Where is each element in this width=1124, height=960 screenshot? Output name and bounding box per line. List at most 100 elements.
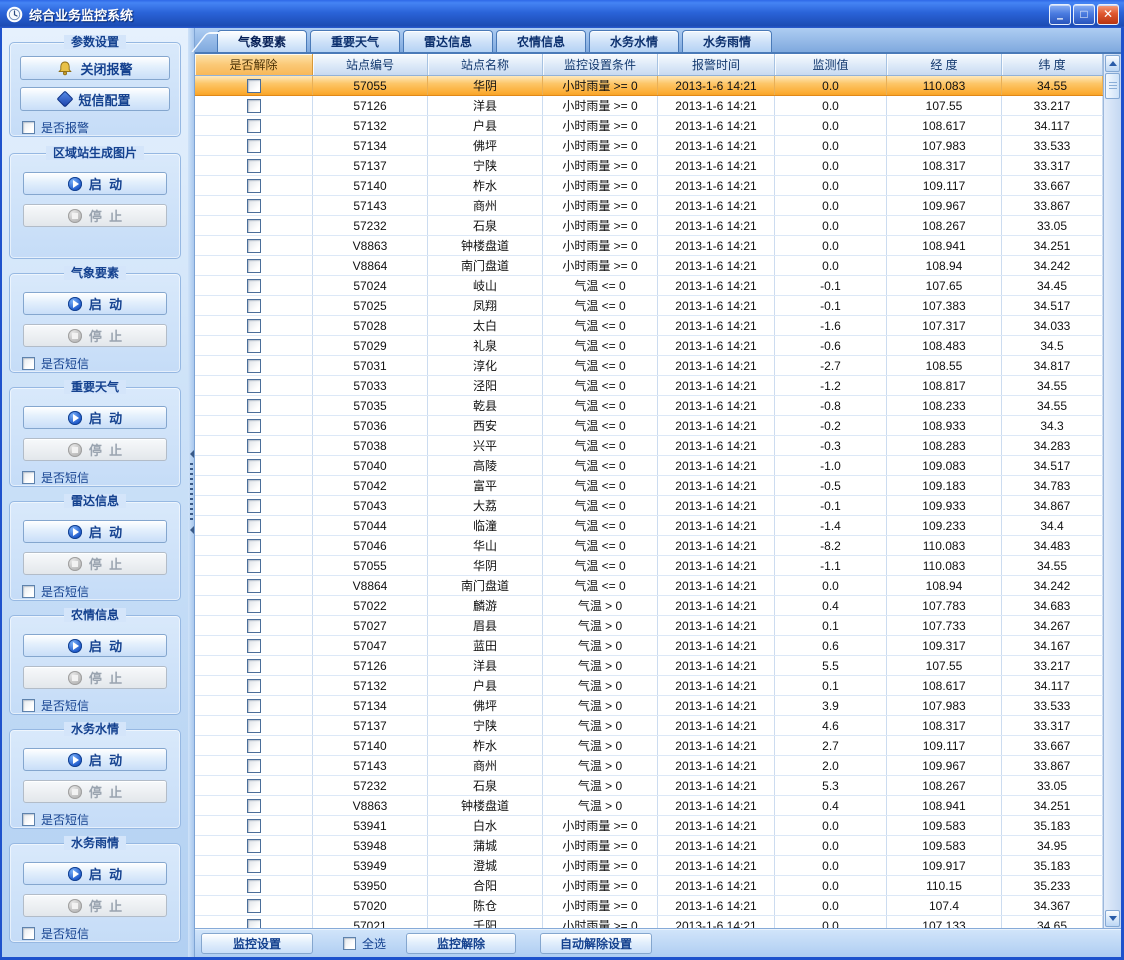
- table-row[interactable]: 57040 高陵 气温 <= 0 2013-1-6 14:21 -1.0 109…: [195, 456, 1103, 476]
- release-checkbox[interactable]: [247, 139, 261, 153]
- table-row[interactable]: 57027 眉县 气温 > 0 2013-1-6 14:21 0.1 107.7…: [195, 616, 1103, 636]
- scroll-up-button[interactable]: [1105, 55, 1120, 72]
- release-checkbox[interactable]: [247, 699, 261, 713]
- select-all-checkbox[interactable]: [343, 937, 356, 950]
- table-row[interactable]: 53948 蒲城 小时雨量 >= 0 2013-1-6 14:21 0.0 10…: [195, 836, 1103, 856]
- release-checkbox[interactable]: [247, 279, 261, 293]
- table-row[interactable]: 57024 岐山 气温 <= 0 2013-1-6 14:21 -0.1 107…: [195, 276, 1103, 296]
- table-row[interactable]: 57232 石泉 小时雨量 >= 0 2013-1-6 14:21 0.0 10…: [195, 216, 1103, 236]
- table-row[interactable]: 57028 太白 气温 <= 0 2013-1-6 14:21 -1.6 107…: [195, 316, 1103, 336]
- sms-enable-row[interactable]: 是否短信: [22, 811, 180, 828]
- release-checkbox[interactable]: [247, 419, 261, 433]
- column-header-condition[interactable]: 监控设置条件: [543, 54, 658, 75]
- release-checkbox[interactable]: [247, 799, 261, 813]
- release-checkbox[interactable]: [247, 759, 261, 773]
- release-checkbox[interactable]: [247, 499, 261, 513]
- tab[interactable]: 水务雨情: [682, 30, 772, 52]
- sms-enable-checkbox[interactable]: [22, 813, 35, 826]
- auto-release-setup-button[interactable]: 自动解除设置: [540, 933, 652, 954]
- release-checkbox[interactable]: [247, 459, 261, 473]
- table-row[interactable]: 57036 西安 气温 <= 0 2013-1-6 14:21 -0.2 108…: [195, 416, 1103, 436]
- table-row[interactable]: 57033 泾阳 气温 <= 0 2013-1-6 14:21 -1.2 108…: [195, 376, 1103, 396]
- column-header-station-id[interactable]: 站点编号: [313, 54, 428, 75]
- release-checkbox[interactable]: [247, 239, 261, 253]
- release-checkbox[interactable]: [247, 559, 261, 573]
- monitor-release-button[interactable]: 监控解除: [406, 933, 516, 954]
- release-checkbox[interactable]: [247, 99, 261, 113]
- sms-enable-row[interactable]: 是否短信: [22, 469, 180, 486]
- table-row[interactable]: 57140 柞水 气温 > 0 2013-1-6 14:21 2.7 109.1…: [195, 736, 1103, 756]
- alarm-enable-checkbox[interactable]: [22, 121, 35, 134]
- table-row[interactable]: 57055 华阴 小时雨量 >= 0 2013-1-6 14:21 0.0 11…: [195, 76, 1103, 96]
- stop-button[interactable]: 停 止: [23, 438, 167, 461]
- sms-enable-checkbox[interactable]: [22, 699, 35, 712]
- tab[interactable]: 水务水情: [589, 30, 679, 52]
- maximize-button[interactable]: □: [1073, 4, 1095, 25]
- sms-enable-row[interactable]: 是否短信: [22, 355, 180, 372]
- release-checkbox[interactable]: [247, 199, 261, 213]
- table-row[interactable]: 57143 商州 气温 > 0 2013-1-6 14:21 2.0 109.9…: [195, 756, 1103, 776]
- release-checkbox[interactable]: [247, 159, 261, 173]
- release-checkbox[interactable]: [247, 659, 261, 673]
- table-row[interactable]: 57132 户县 小时雨量 >= 0 2013-1-6 14:21 0.0 10…: [195, 116, 1103, 136]
- sms-enable-row[interactable]: 是否短信: [22, 697, 180, 714]
- vertical-scrollbar[interactable]: [1103, 54, 1121, 928]
- sms-enable-checkbox[interactable]: [22, 927, 35, 940]
- stop-button[interactable]: 停 止: [23, 552, 167, 575]
- start-button[interactable]: 启 动: [23, 520, 167, 543]
- table-row[interactable]: 57134 佛坪 小时雨量 >= 0 2013-1-6 14:21 0.0 10…: [195, 136, 1103, 156]
- table-row[interactable]: 57143 商州 小时雨量 >= 0 2013-1-6 14:21 0.0 10…: [195, 196, 1103, 216]
- column-header-latitude[interactable]: 纬 度: [1002, 54, 1103, 75]
- release-checkbox[interactable]: [247, 479, 261, 493]
- table-row[interactable]: 57055 华阴 气温 <= 0 2013-1-6 14:21 -1.1 110…: [195, 556, 1103, 576]
- release-checkbox[interactable]: [247, 179, 261, 193]
- start-button[interactable]: 启 动: [23, 634, 167, 657]
- alarm-enable-row[interactable]: 是否报警: [22, 119, 180, 136]
- stop-button[interactable]: 停 止: [23, 666, 167, 689]
- column-header-release[interactable]: 是否解除: [195, 54, 313, 75]
- table-row[interactable]: 57043 大荔 气温 <= 0 2013-1-6 14:21 -0.1 109…: [195, 496, 1103, 516]
- table-row[interactable]: 57031 淳化 气温 <= 0 2013-1-6 14:21 -2.7 108…: [195, 356, 1103, 376]
- table-row[interactable]: 57047 蓝田 气温 > 0 2013-1-6 14:21 0.6 109.3…: [195, 636, 1103, 656]
- table-row[interactable]: 57137 宁陕 气温 > 0 2013-1-6 14:21 4.6 108.3…: [195, 716, 1103, 736]
- sidebar-splitter[interactable]: [188, 28, 195, 957]
- release-checkbox[interactable]: [247, 639, 261, 653]
- table-row[interactable]: 57022 麟游 气温 > 0 2013-1-6 14:21 0.4 107.7…: [195, 596, 1103, 616]
- table-row[interactable]: 57126 洋县 气温 > 0 2013-1-6 14:21 5.5 107.5…: [195, 656, 1103, 676]
- column-header-station-name[interactable]: 站点名称: [428, 54, 543, 75]
- release-checkbox[interactable]: [247, 619, 261, 633]
- stop-button[interactable]: 停 止: [23, 324, 167, 347]
- table-row[interactable]: 57020 陈仓 小时雨量 >= 0 2013-1-6 14:21 0.0 10…: [195, 896, 1103, 916]
- release-checkbox[interactable]: [247, 399, 261, 413]
- release-checkbox[interactable]: [247, 819, 261, 833]
- start-button[interactable]: 启 动: [23, 406, 167, 429]
- scrollbar-thumb[interactable]: [1105, 73, 1120, 99]
- tab[interactable]: 气象要素: [217, 30, 307, 52]
- table-row[interactable]: 53941 白水 小时雨量 >= 0 2013-1-6 14:21 0.0 10…: [195, 816, 1103, 836]
- release-checkbox[interactable]: [247, 739, 261, 753]
- table-row[interactable]: 57132 户县 气温 > 0 2013-1-6 14:21 0.1 108.6…: [195, 676, 1103, 696]
- column-header-value[interactable]: 监测值: [775, 54, 887, 75]
- start-button[interactable]: 启 动: [23, 172, 167, 195]
- release-checkbox[interactable]: [247, 839, 261, 853]
- release-checkbox[interactable]: [247, 439, 261, 453]
- release-checkbox[interactable]: [247, 339, 261, 353]
- stop-button[interactable]: 停 止: [23, 204, 167, 227]
- table-row[interactable]: 57038 兴平 气温 <= 0 2013-1-6 14:21 -0.3 108…: [195, 436, 1103, 456]
- table-row[interactable]: V8863 钟楼盘道 气温 > 0 2013-1-6 14:21 0.4 108…: [195, 796, 1103, 816]
- sms-enable-checkbox[interactable]: [22, 585, 35, 598]
- release-checkbox[interactable]: [247, 379, 261, 393]
- sms-enable-row[interactable]: 是否短信: [22, 925, 180, 942]
- release-checkbox[interactable]: [247, 719, 261, 733]
- release-checkbox[interactable]: [247, 219, 261, 233]
- table-row[interactable]: 57029 礼泉 气温 <= 0 2013-1-6 14:21 -0.6 108…: [195, 336, 1103, 356]
- minimize-button[interactable]: –: [1049, 4, 1071, 25]
- sms-enable-checkbox[interactable]: [22, 471, 35, 484]
- release-checkbox[interactable]: [247, 859, 261, 873]
- tab[interactable]: 农情信息: [496, 30, 586, 52]
- table-row[interactable]: 57140 柞水 小时雨量 >= 0 2013-1-6 14:21 0.0 10…: [195, 176, 1103, 196]
- column-header-alarm-time[interactable]: 报警时间: [658, 54, 775, 75]
- release-checkbox[interactable]: [247, 359, 261, 373]
- release-checkbox[interactable]: [247, 579, 261, 593]
- release-checkbox[interactable]: [247, 259, 261, 273]
